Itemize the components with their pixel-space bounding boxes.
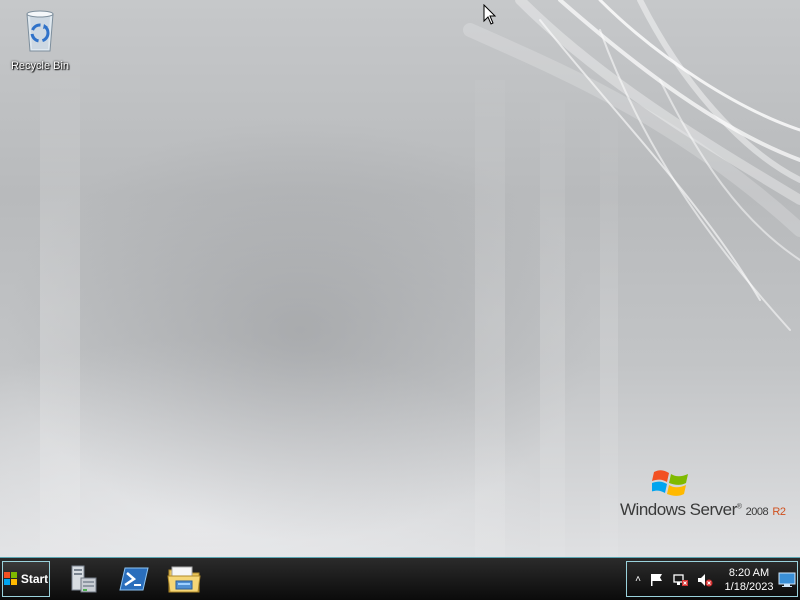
show-desktop-button[interactable]	[778, 572, 796, 588]
notification-area: ˄ 8:20 AM 1/18/2023	[626, 561, 798, 597]
show-desktop-icon	[778, 572, 796, 587]
taskbar-file-explorer-button[interactable]	[166, 562, 202, 596]
mouse-pointer-icon	[483, 4, 497, 25]
recycle-bin-icon	[26, 10, 54, 52]
brand-version: 2008	[745, 506, 769, 518]
network-icon[interactable]	[673, 573, 689, 587]
clock[interactable]: 8:20 AM 1/18/2023	[719, 566, 779, 594]
windows-logo-icon	[3, 572, 17, 585]
desktop-icon-recycle-bin[interactable]: Recycle Bin	[4, 6, 76, 72]
start-label: Start	[20, 572, 49, 586]
start-button[interactable]: Start	[2, 561, 50, 597]
show-hidden-icons-button[interactable]: ˄	[630, 573, 646, 587]
windows-server-branding: Windows Server® 2008 R2	[620, 466, 790, 522]
windows-flag-logo	[652, 470, 688, 496]
brand-edition: R2	[772, 506, 786, 518]
volume-muted-icon[interactable]	[697, 573, 713, 587]
file-explorer-icon	[167, 566, 201, 593]
clock-time: 8:20 AM	[728, 567, 770, 579]
taskbar-powershell-button[interactable]	[116, 562, 152, 596]
server-manager-icon	[71, 565, 97, 593]
taskbar: Start ˄ 8:20 AM 1/18/2023	[0, 557, 800, 600]
taskbar-server-manager-button[interactable]	[66, 562, 102, 596]
brand-name: Windows Server	[620, 500, 737, 519]
powershell-icon	[119, 567, 149, 591]
clock-date: 1/18/2023	[724, 581, 774, 593]
desktop[interactable]: Recycle Bin Windows Server® 2008 R2	[0, 0, 800, 557]
action-center-flag-icon[interactable]	[649, 573, 665, 587]
desktop-icon-label: Recycle Bin	[10, 60, 70, 72]
